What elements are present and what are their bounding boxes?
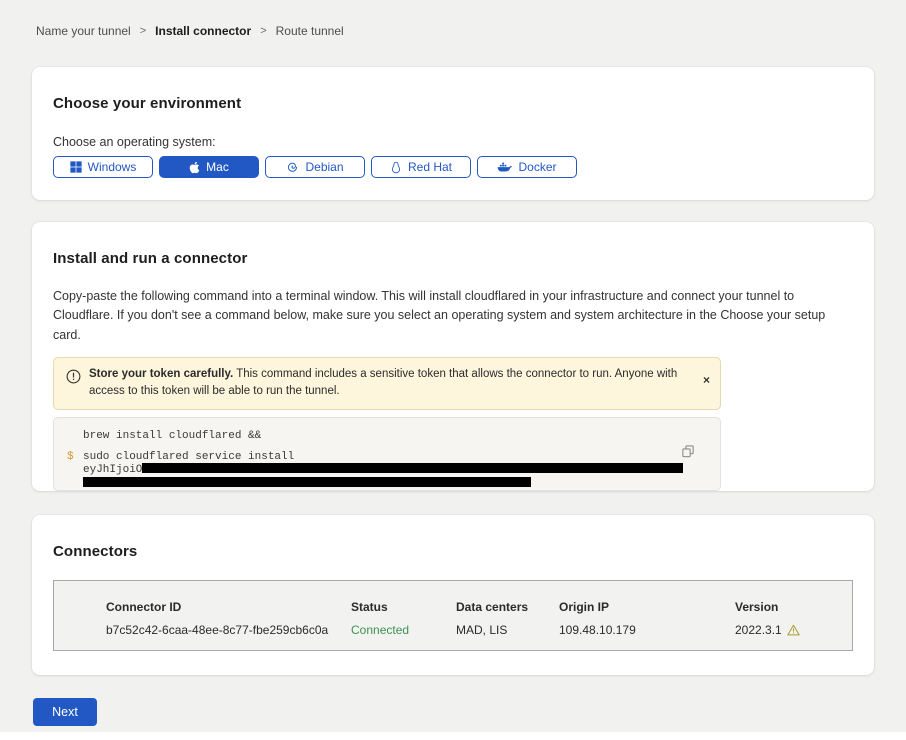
connectors-card: Connectors Connector ID Status Data cent…: [32, 515, 874, 675]
os-button-mac[interactable]: Mac: [159, 156, 259, 178]
redhat-linux-penguin-icon: [390, 161, 402, 174]
windows-icon: [70, 161, 82, 173]
breadcrumb: Name your tunnel > Install connector > R…: [0, 0, 906, 38]
connectors-table-header: Connector ID Status Data centers Origin …: [54, 581, 852, 614]
next-button[interactable]: Next: [33, 698, 97, 726]
token-redaction-bar: [142, 463, 683, 473]
os-button-debian[interactable]: Debian: [265, 156, 365, 178]
col-header-origin-ip: Origin IP: [559, 600, 735, 614]
code-text-service-install: sudo cloudflared service install: [83, 451, 683, 463]
breadcrumb-route-tunnel[interactable]: Route tunnel: [276, 24, 344, 38]
shell-prompt: $: [67, 451, 83, 490]
cell-data-centers: MAD, LIS: [456, 623, 559, 637]
col-header-connector-id: Connector ID: [106, 600, 351, 614]
bottom-bar: [0, 732, 906, 740]
alert-circle-icon: [66, 369, 81, 384]
cell-version: 2022.3.1: [735, 623, 842, 637]
status-badge: Connected: [351, 623, 456, 637]
cell-origin-ip: 109.48.10.179: [559, 623, 735, 637]
breadcrumb-separator: >: [140, 25, 146, 37]
cell-connector-id: b7c52c42-6caa-48ee-8c77-fbe259cb6c0a: [106, 623, 351, 637]
version-value: 2022.3.1: [735, 623, 782, 637]
token-redaction-bar: [83, 477, 531, 487]
code-text-brew: brew install cloudflared &&: [83, 430, 261, 442]
install-card-title: Install and run a connector: [53, 250, 853, 267]
connectors-card-title: Connectors: [53, 543, 853, 560]
os-button-label: Mac: [206, 160, 229, 174]
token-warning-text: Store your token carefully. This command…: [89, 366, 695, 401]
os-button-windows[interactable]: Windows: [53, 156, 153, 178]
os-button-label: Windows: [88, 160, 137, 174]
docker-whale-icon: [497, 161, 512, 173]
copy-icon[interactable]: [682, 445, 694, 461]
os-button-group: Windows Mac Debian Red Hat Docker: [53, 156, 853, 178]
environment-card: Choose your environment Choose an operat…: [32, 67, 874, 200]
os-button-redhat[interactable]: Red Hat: [371, 156, 471, 178]
token-warning-banner: Store your token carefully. This command…: [53, 357, 721, 410]
install-card: Install and run a connector Copy-paste t…: [32, 222, 874, 491]
token-warning-bold: Store your token carefully.: [89, 368, 233, 380]
os-button-label: Red Hat: [408, 160, 452, 174]
connectors-table: Connector ID Status Data centers Origin …: [53, 580, 853, 651]
col-header-data-centers: Data centers: [456, 600, 559, 614]
install-description: Copy-paste the following command into a …: [53, 287, 853, 345]
token-prefix: eyJhIjoiO: [83, 464, 142, 476]
install-command-codeblock[interactable]: brew install cloudflared && $ sudo cloud…: [53, 417, 721, 491]
os-button-docker[interactable]: Docker: [477, 156, 577, 178]
col-header-status: Status: [351, 600, 456, 614]
os-button-label: Docker: [518, 160, 556, 174]
code-line-brew: brew install cloudflared &&: [67, 430, 706, 442]
close-icon[interactable]: ×: [703, 374, 710, 386]
col-header-version: Version: [735, 600, 842, 614]
breadcrumb-install-connector[interactable]: Install connector: [155, 24, 251, 38]
os-select-label: Choose an operating system:: [53, 135, 853, 149]
environment-card-title: Choose your environment: [53, 95, 853, 112]
table-row: b7c52c42-6caa-48ee-8c77-fbe259cb6c0a Con…: [54, 614, 852, 637]
code-line-install: $ sudo cloudflared service install eyJhI…: [67, 451, 706, 490]
code-token-line: eyJhIjoiO: [83, 463, 683, 476]
code-token-line-2: [83, 476, 683, 490]
breadcrumb-name-your-tunnel[interactable]: Name your tunnel: [36, 24, 131, 38]
version-warning-icon: [787, 624, 800, 636]
apple-icon: [189, 161, 200, 174]
os-button-label: Debian: [305, 160, 343, 174]
debian-icon: [286, 161, 299, 174]
breadcrumb-separator: >: [260, 25, 266, 37]
